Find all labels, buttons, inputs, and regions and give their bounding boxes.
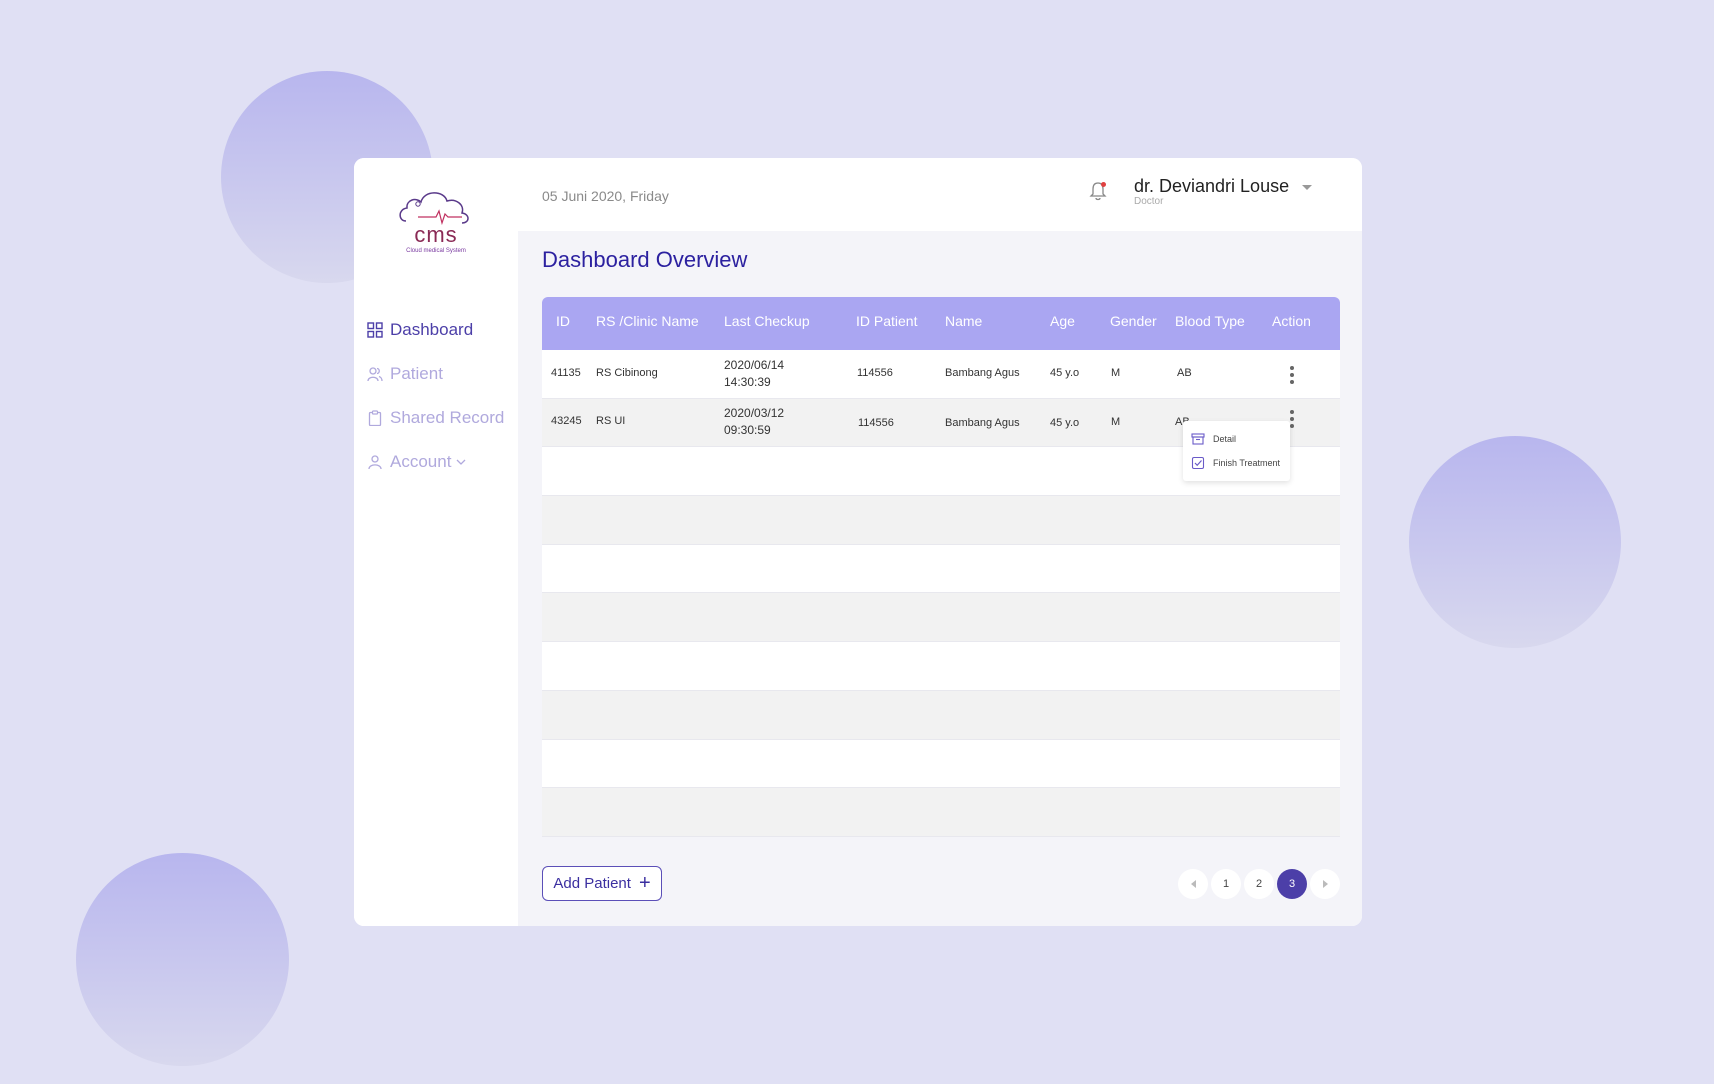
cell-age: 45 y.o [1050,367,1080,379]
patients-table: ID RS /Clinic Name Last Checkup ID Patie… [542,297,1340,837]
user-role: Doctor [1134,196,1164,207]
logo[interactable]: cms Cloud medical System [396,183,476,263]
add-patient-label: Add Patient [553,875,631,892]
checkup-date: 2020/06/14 [724,358,785,372]
sidebar-item-patient[interactable]: Patient [367,352,504,396]
column-header[interactable]: RS /Clinic Name [596,313,699,329]
cell-clinic: RS UI [596,414,626,427]
sidebar: cms Cloud medical System Dashboard Patie… [354,158,518,926]
table-row-empty [542,690,1340,740]
table-row-empty [542,593,1340,643]
notification-bell-icon[interactable] [1088,180,1108,202]
cell-clinic: RS Cibinong [596,367,658,379]
pagination: 1 2 3 [1178,869,1343,899]
column-header[interactable]: ID [556,313,570,329]
caret-down-icon[interactable] [1302,185,1312,190]
column-header[interactable]: Name [945,313,982,329]
sidebar-item-shared-record[interactable]: Shared Record [367,396,504,440]
cell-last-checkup: 2020/06/14 14:30:39 [724,357,784,391]
checkup-time: 09:30:59 [724,422,771,437]
topbar: 05 Juni 2020, Friday dr. Deviandri Louse… [518,158,1362,231]
logo-text: cms [414,222,458,247]
sidebar-item-label: Dashboard [390,320,474,339]
sidebar-nav: Dashboard Patient Shared Record Account [367,308,504,484]
prev-page-button[interactable] [1178,869,1208,899]
plus-icon: + [638,872,651,894]
archive-icon [1191,433,1205,445]
more-vertical-icon[interactable] [1289,366,1295,388]
cell-id: 41135 [551,367,581,379]
column-header[interactable]: Age [1050,313,1075,329]
table-row-empty [542,544,1340,594]
notification-dot [1101,182,1106,187]
table-row-empty [542,642,1340,691]
menu-item-label: Finish Treatment [1213,458,1281,468]
cell-age: 45 y.o [1050,416,1080,429]
column-header[interactable]: Action [1272,313,1311,329]
cell-gender: M [1111,367,1121,379]
page-button[interactable]: 2 [1244,869,1274,899]
page-button[interactable]: 1 [1211,869,1241,899]
app-window: cms Cloud medical System Dashboard Patie… [354,158,1362,926]
main-content: 05 Juni 2020, Friday dr. Deviandri Louse… [518,158,1362,926]
table-row[interactable]: 41135 RS Cibinong 2020/06/14 14:30:39 11… [542,350,1340,399]
row-action-menu: Detail Finish Treatment [1183,421,1290,481]
menu-item-finish-treatment[interactable]: Finish Treatment [1183,451,1290,475]
column-header[interactable]: Blood Type [1175,313,1245,329]
next-page-button[interactable] [1310,869,1340,899]
add-patient-button[interactable]: Add Patient + [542,866,662,901]
checkbox-icon [1191,456,1205,470]
table-header: ID RS /Clinic Name Last Checkup ID Patie… [542,297,1340,350]
chevron-right-icon [1322,880,1328,888]
user-icon [367,454,383,470]
page-button-current[interactable]: 3 [1277,869,1307,899]
sidebar-item-label: Account [390,452,452,471]
table-row-empty [542,788,1340,837]
user-name[interactable]: dr. Deviandri Louse [1134,176,1289,197]
page-title: Dashboard Overview [542,247,748,272]
checkup-time: 14:30:39 [724,375,771,389]
sidebar-item-label: Shared Record [390,408,505,427]
cell-id: 43245 [551,414,582,427]
table-row-empty [542,739,1340,789]
menu-item-label: Detail [1213,434,1237,444]
decorative-circle [76,853,289,1066]
cell-name: Bambang Agus [945,416,1020,429]
decorative-circle [1409,436,1621,648]
cell-name: Bambang Agus [945,367,1020,379]
cell-blood-type: AB [1177,367,1192,379]
column-header[interactable]: ID Patient [856,313,917,329]
cell-patient-id: 114556 [858,416,894,429]
grid-icon [367,322,383,338]
sidebar-item-dashboard[interactable]: Dashboard [367,308,504,352]
current-date: 05 Juni 2020, Friday [542,188,669,204]
cell-patient-id: 114556 [857,367,893,379]
cell-gender: M [1111,415,1121,428]
cell-last-checkup: 2020/03/12 09:30:59 [724,405,784,439]
checkup-date: 2020/03/12 [724,405,785,420]
sidebar-item-label: Patient [390,364,443,383]
logo-subtitle: Cloud medical System [406,248,466,254]
column-header[interactable]: Last Checkup [724,313,810,329]
column-header[interactable]: Gender [1110,313,1157,329]
menu-item-detail[interactable]: Detail [1183,427,1290,451]
clipboard-icon [367,410,383,426]
table-row-empty [542,496,1340,545]
chevron-down-icon [456,459,466,465]
chevron-left-icon [1190,880,1196,888]
users-icon [367,366,383,382]
sidebar-item-account[interactable]: Account [367,440,504,484]
